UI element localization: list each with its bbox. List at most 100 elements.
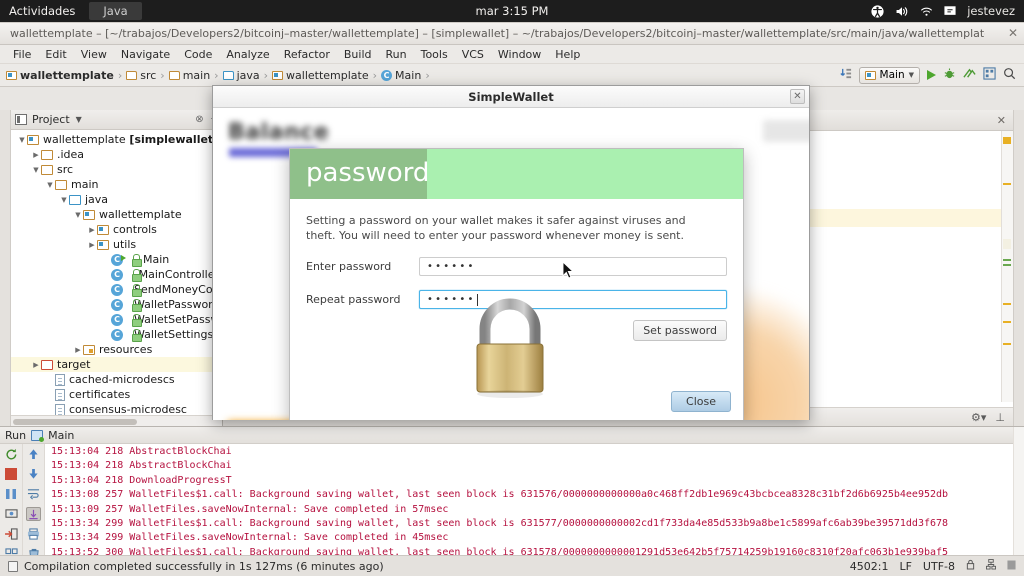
scroll-to-end-icon[interactable] xyxy=(26,507,41,521)
pin-icon[interactable]: ⊥ xyxy=(995,411,1005,424)
tree-item-walletsettingscon[interactable]: C WalletSettingsCon xyxy=(11,327,222,342)
thread-dump-icon[interactable] xyxy=(4,507,19,521)
activities-button[interactable]: Actividades xyxy=(0,4,85,18)
chevron-down-icon[interactable]: ▼ xyxy=(76,115,82,124)
tree-item-walletsetpasswor[interactable]: C WalletSetPasswor xyxy=(11,312,222,327)
run-config-selector[interactable]: Main ▼ xyxy=(858,66,920,84)
user-name[interactable]: jestevez xyxy=(967,4,1015,18)
volume-icon[interactable] xyxy=(895,5,909,18)
tree-expander[interactable]: ▶ xyxy=(87,226,97,234)
menu-file[interactable]: File xyxy=(6,48,38,61)
tree-item-target[interactable]: ▶ target xyxy=(11,357,222,372)
breadcrumb-separator: › xyxy=(372,68,378,82)
breadcrumb-item-wallettemplate[interactable]: wallettemplate xyxy=(6,69,114,82)
close-icon[interactable]: ✕ xyxy=(1008,26,1018,40)
menu-analyze[interactable]: Analyze xyxy=(219,48,276,61)
tree-item-wallettemplate[interactable]: ▼wallettemplate [simplewallet] (~/tr xyxy=(11,132,222,147)
tree-expander[interactable]: ▼ xyxy=(31,166,41,174)
tree-item-utils[interactable]: ▶ utils xyxy=(11,237,222,252)
breadcrumb-separator: › xyxy=(214,68,219,82)
rerun-icon[interactable] xyxy=(4,447,19,461)
line-separator[interactable]: LF xyxy=(899,560,911,573)
tree-item-certificates[interactable]: certificates xyxy=(11,387,222,402)
menu-help[interactable]: Help xyxy=(548,48,587,61)
run-icon[interactable] xyxy=(927,70,936,80)
tree-item-consensus-microdesc[interactable]: consensus-microdesc xyxy=(11,402,222,415)
tree-item-java[interactable]: ▼ java xyxy=(11,192,222,207)
tree-item-src[interactable]: ▼ src xyxy=(11,162,222,177)
soft-wrap-icon[interactable] xyxy=(26,487,41,501)
menu-run[interactable]: Run xyxy=(379,48,414,61)
pause-icon[interactable] xyxy=(4,487,19,501)
menu-navigate[interactable]: Navigate xyxy=(114,48,177,61)
caret-position[interactable]: 4502:1 xyxy=(850,560,889,573)
tree-item--idea[interactable]: ▶ .idea xyxy=(11,147,222,162)
tree-expander[interactable]: ▼ xyxy=(73,211,83,219)
tree-item-maincontroller[interactable]: C MainController xyxy=(11,267,222,282)
tree-expander[interactable]: ▼ xyxy=(45,181,55,189)
app-menu-java[interactable]: Java xyxy=(89,2,142,20)
exit-icon[interactable] xyxy=(4,527,19,541)
tree-expander[interactable]: ▶ xyxy=(87,241,97,249)
editor-marker-bar[interactable] xyxy=(1001,131,1013,402)
tree-item-main[interactable]: ▼ main xyxy=(11,177,222,192)
menu-view[interactable]: View xyxy=(74,48,114,61)
memory-icon[interactable] xyxy=(1007,560,1016,573)
file-encoding[interactable]: UTF-8 xyxy=(923,560,955,573)
print-icon[interactable] xyxy=(26,527,41,541)
tree-item-label: utils xyxy=(113,238,137,251)
wallet-button-blurred[interactable] xyxy=(763,120,809,142)
console-scrollbar[interactable] xyxy=(1013,427,1024,576)
menu-vcs[interactable]: VCS xyxy=(455,48,491,61)
scroll-down-icon[interactable] xyxy=(26,467,41,481)
menu-code[interactable]: Code xyxy=(177,48,219,61)
download-icon[interactable] xyxy=(839,67,852,83)
close-icon[interactable]: ✕ xyxy=(790,89,805,104)
wifi-icon[interactable] xyxy=(920,5,933,18)
tree-expander[interactable]: ▶ xyxy=(31,361,41,369)
layout-icon[interactable] xyxy=(983,67,996,83)
hierarchy-icon[interactable] xyxy=(986,559,996,573)
breadcrumb-item-main[interactable]: main xyxy=(168,69,210,82)
stop-icon[interactable] xyxy=(4,467,19,481)
tree-item-main[interactable]: C Main xyxy=(11,252,222,267)
breadcrumb-item-src[interactable]: src xyxy=(126,69,156,82)
menu-refactor[interactable]: Refactor xyxy=(277,48,337,61)
breadcrumb-item-main-class[interactable]: C Main xyxy=(381,69,421,82)
tree-expander[interactable]: ▶ xyxy=(73,346,83,354)
breadcrumb-item-package[interactable]: wallettemplate xyxy=(272,69,369,82)
menu-window[interactable]: Window xyxy=(491,48,548,61)
tree-item-walletpasswordc[interactable]: C WalletPasswordC xyxy=(11,297,222,312)
file-icon xyxy=(55,403,65,415)
tree-expander[interactable]: ▼ xyxy=(17,136,27,144)
search-icon[interactable] xyxy=(1003,67,1016,83)
breadcrumb-item-java[interactable]: java xyxy=(222,69,260,82)
set-password-button[interactable]: Set password xyxy=(633,320,727,341)
gear-icon[interactable]: ⚙▾ xyxy=(971,411,986,424)
folder-icon xyxy=(41,164,53,175)
folder-red-icon xyxy=(41,359,53,370)
coverage-icon[interactable] xyxy=(963,67,976,83)
tree-expander[interactable]: ▶ xyxy=(31,151,41,159)
tree-item-resources[interactable]: ▶ resources xyxy=(11,342,222,357)
breadcrumb-separator: › xyxy=(263,68,269,82)
accessibility-icon[interactable] xyxy=(871,4,884,18)
menu-edit[interactable]: Edit xyxy=(38,48,73,61)
menu-tools[interactable]: Tools xyxy=(414,48,455,61)
lock-icon[interactable] xyxy=(966,559,975,573)
tree-item-wallettemplate[interactable]: ▼ wallettemplate xyxy=(11,207,222,222)
tree-expander[interactable]: ▼ xyxy=(59,196,69,204)
scroll-up-icon[interactable] xyxy=(26,447,41,461)
close-button[interactable]: Close xyxy=(671,391,731,412)
debug-icon[interactable] xyxy=(943,67,956,83)
tree-item-cached-microdescs[interactable]: cached-microdescs xyxy=(11,372,222,387)
tree-item-controls[interactable]: ▶ controls xyxy=(11,222,222,237)
collapse-all-icon[interactable]: ⊗ xyxy=(195,114,203,125)
resources-icon xyxy=(83,344,95,355)
message-icon[interactable] xyxy=(944,5,956,17)
project-tree[interactable]: ▼wallettemplate [simplewallet] (~/tr▶.id… xyxy=(11,130,222,415)
close-icon[interactable]: ✕ xyxy=(997,114,1006,127)
menu-build[interactable]: Build xyxy=(337,48,379,61)
project-tree-scrollbar[interactable] xyxy=(11,415,222,426)
tree-item-sendmoneycontrol[interactable]: C SendMoneyControl xyxy=(11,282,222,297)
